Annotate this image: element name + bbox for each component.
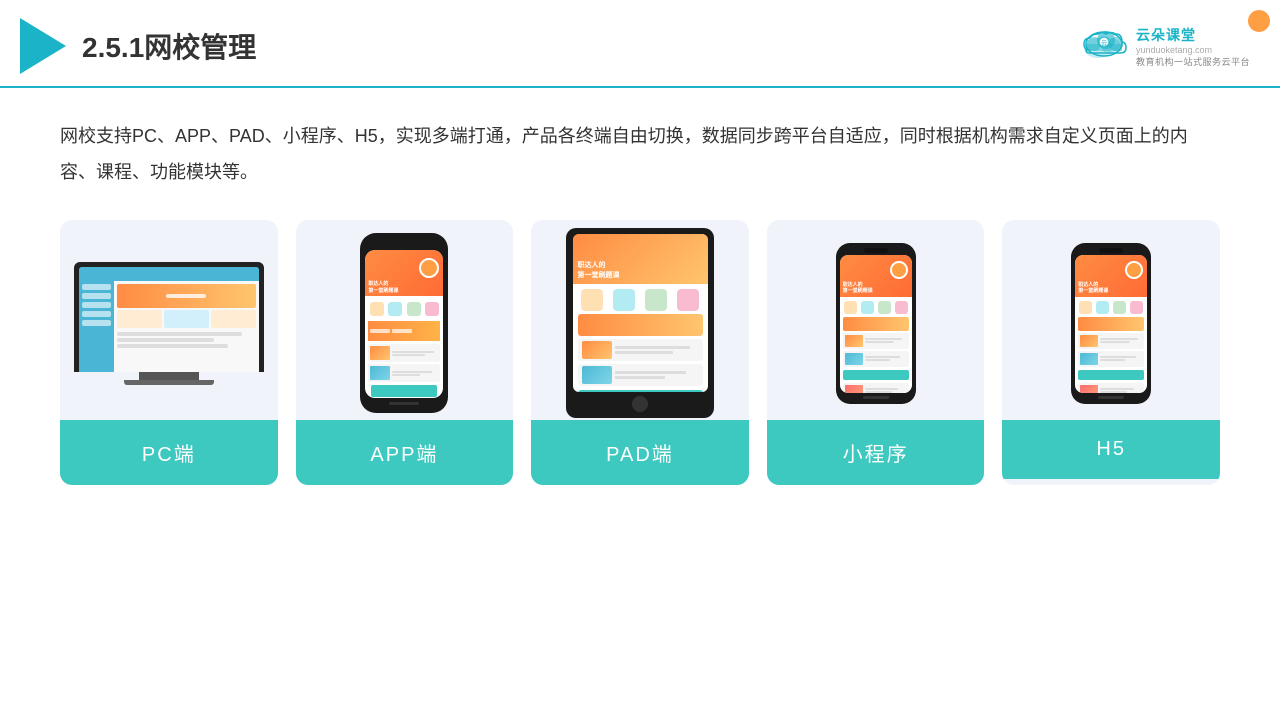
brand-text: 云朵课堂 yunduoketang.com 教育机构一站式服务云平台 bbox=[1136, 25, 1250, 68]
card-pad: 职达人的第一堂刷题课 bbox=[531, 220, 749, 485]
cards-row: PC端 职达人的第一堂刷题课 bbox=[60, 220, 1220, 485]
main-content: 网校支持PC、APP、PAD、小程序、H5，实现多端打通，产品各终端自由切换，数… bbox=[0, 88, 1280, 505]
card-app: 职达人的第一堂刷题课 bbox=[296, 220, 514, 485]
brand-tagline: 教育机构一站式服务云平台 bbox=[1136, 55, 1250, 68]
cloud-icon: 云 bbox=[1078, 26, 1130, 67]
card-pc: PC端 bbox=[60, 220, 278, 485]
card-h5-image: 职达人的第一堂刷题课 bbox=[1002, 220, 1220, 420]
page-title: 2.5.1网校管理 bbox=[82, 26, 256, 66]
card-app-label: APP端 bbox=[296, 420, 514, 485]
card-pad-image: 职达人的第一堂刷题课 bbox=[531, 220, 749, 420]
card-pad-label: PAD端 bbox=[531, 420, 749, 485]
card-h5: 职达人的第一堂刷题课 bbox=[1002, 220, 1220, 485]
brand-url: yunduoketang.com bbox=[1136, 45, 1250, 55]
miniprogram-mockup: 职达人的第一堂刷题课 bbox=[836, 243, 916, 404]
card-miniprogram-image: 职达人的第一堂刷题课 bbox=[767, 220, 985, 420]
svg-text:云: 云 bbox=[1101, 40, 1107, 47]
card-miniprogram-label: 小程序 bbox=[767, 420, 985, 485]
card-pc-label: PC端 bbox=[60, 420, 278, 485]
pc-mockup bbox=[74, 262, 264, 385]
card-app-image: 职达人的第一堂刷题课 bbox=[296, 220, 514, 420]
header: 2.5.1网校管理 云 bbox=[0, 0, 1280, 88]
card-h5-label: H5 bbox=[1002, 420, 1220, 479]
header-left: 2.5.1网校管理 bbox=[20, 18, 256, 74]
h5-mockup: 职达人的第一堂刷题课 bbox=[1071, 243, 1151, 404]
description-text: 网校支持PC、APP、PAD、小程序、H5，实现多端打通，产品各终端自由切换，数… bbox=[60, 118, 1220, 190]
logo-triangle-icon bbox=[20, 18, 66, 74]
app-phone-mockup: 职达人的第一堂刷题课 bbox=[360, 233, 448, 413]
pad-mockup: 职达人的第一堂刷题课 bbox=[566, 228, 714, 418]
card-pc-image bbox=[60, 220, 278, 420]
brand-logo: 云 云朵课堂 yunduoketang.com 教育机构一站式服务云平台 bbox=[1078, 25, 1250, 68]
brand-name: 云朵课堂 bbox=[1136, 25, 1250, 45]
card-miniprogram: 职达人的第一堂刷题课 bbox=[767, 220, 985, 485]
header-right: 云 云朵课堂 yunduoketang.com 教育机构一站式服务云平台 bbox=[1078, 25, 1250, 68]
